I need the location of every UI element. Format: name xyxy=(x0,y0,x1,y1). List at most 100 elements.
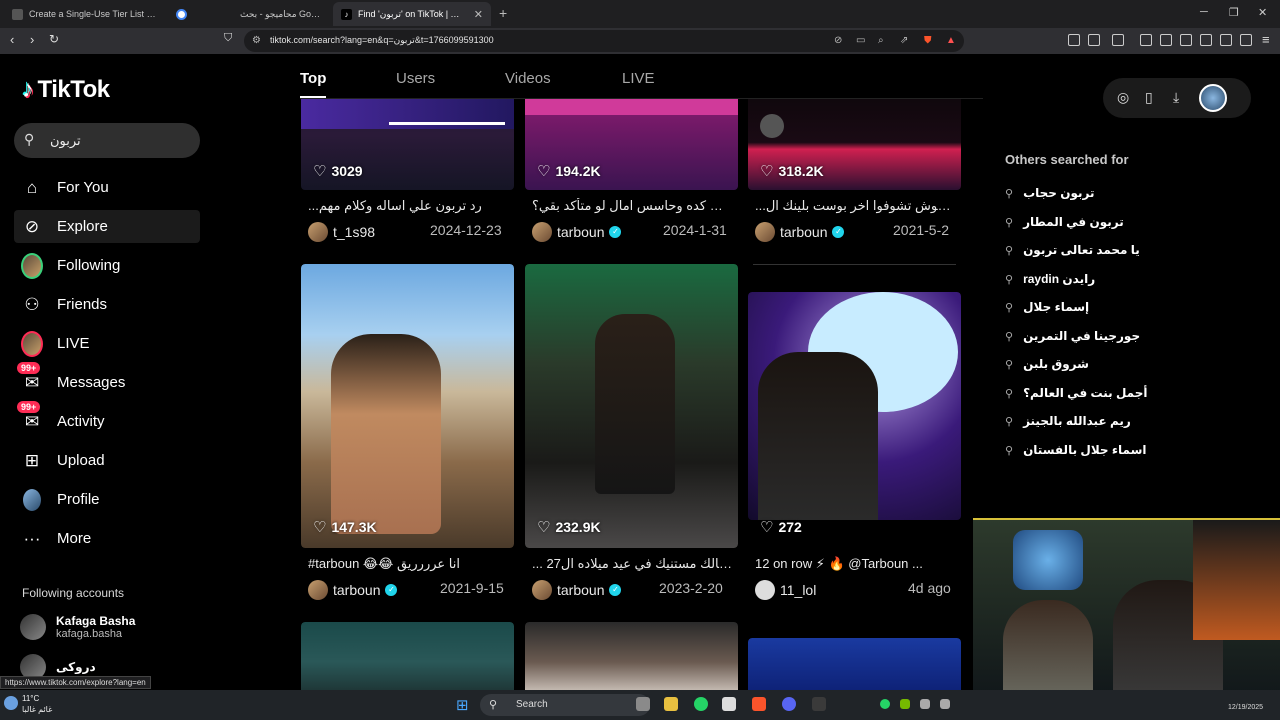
app-icon[interactable] xyxy=(722,697,736,711)
cast-icon[interactable]: ▭ xyxy=(856,35,865,46)
sidebar-icon[interactable] xyxy=(1180,34,1192,46)
tab-videos[interactable]: Videos xyxy=(505,70,551,87)
sidebar-item-explore[interactable]: ⊘ Explore xyxy=(14,210,200,243)
brave-icon[interactable] xyxy=(752,697,766,711)
video-description[interactable]: 12 on row ⚡ 🔥 @Tarboun ... xyxy=(755,556,955,572)
video-description[interactable]: كده وحاسس امال لو متأكد بقي؟ 😂🥺 xyxy=(532,198,732,214)
video-card[interactable] xyxy=(301,622,514,690)
video-author[interactable]: tarboun ✓ xyxy=(755,222,845,242)
taskbar-date[interactable]: 12/19/2025 xyxy=(1228,704,1263,711)
restore-icon[interactable]: ❐ xyxy=(1229,6,1239,19)
brave-shields-icon[interactable]: ⛊ xyxy=(924,35,932,46)
video-card[interactable] xyxy=(748,638,961,690)
suggestion-item[interactable]: ⚲ ريم عبدالله بالجينز xyxy=(1005,414,1131,428)
reload-icon[interactable]: ↻ xyxy=(49,32,59,46)
browser-tab-active[interactable]: ♪ Find 'تربون' on TikTok | TikTok ✕ xyxy=(333,2,491,26)
zoom-icon[interactable]: ⌕ xyxy=(878,35,884,46)
video-card[interactable] xyxy=(525,622,738,690)
search-input[interactable]: ⚲ تربون xyxy=(14,123,200,158)
video-thumbnail[interactable] xyxy=(301,622,514,690)
task-view-icon[interactable] xyxy=(636,697,650,711)
video-card[interactable]: ♡ 232.9K xyxy=(525,264,738,548)
forward-icon[interactable]: › xyxy=(30,32,34,47)
sidebar-item-upload[interactable]: ⊞ Upload xyxy=(14,444,200,477)
tray-whatsapp-icon[interactable] xyxy=(880,699,890,709)
video-author[interactable]: tarboun ✓ xyxy=(532,222,622,242)
suggestion-item[interactable]: ⚲ تربون في المطار xyxy=(1005,215,1124,229)
tab-live[interactable]: LIVE xyxy=(622,70,655,87)
suggestion-item[interactable]: ⚲ جورجينا في التمرين xyxy=(1005,329,1140,343)
extension-icon[interactable] xyxy=(1112,34,1124,46)
tab-users[interactable]: Users xyxy=(396,70,435,87)
site-info-icon[interactable]: ⚙ xyxy=(252,35,261,46)
sidebar-item-profile[interactable]: Profile xyxy=(14,483,200,516)
tab-top[interactable]: Top xyxy=(300,70,326,87)
video-author[interactable]: t_1s98 xyxy=(308,222,375,242)
sidebar-item-activity[interactable]: ✉ 99+ Activity xyxy=(14,400,200,438)
coin-icon[interactable]: ◎ xyxy=(1117,89,1129,106)
video-author[interactable]: tarboun ✓ xyxy=(532,580,622,600)
following-account[interactable]: Kafaga Basha kafaga.basha xyxy=(20,614,135,640)
extension-icon[interactable] xyxy=(1088,34,1100,46)
video-description[interactable]: ... السالك مستنيك في عيد ميلاده ال27😭 xyxy=(532,556,732,572)
tiktok-logo[interactable]: ♪ TikTok xyxy=(22,76,110,104)
browser-tab[interactable]: Create a Single-Use Tier List (Private xyxy=(4,2,164,26)
discord-icon[interactable] xyxy=(782,697,796,711)
phone-icon[interactable]: ▯ xyxy=(1145,89,1153,106)
suggestion-item[interactable]: ⚲ يا محمد تعالى تربون xyxy=(1005,243,1140,257)
close-tab-icon[interactable]: ✕ xyxy=(474,8,483,21)
video-thumbnail[interactable] xyxy=(301,264,514,548)
profile-avatar[interactable] xyxy=(1199,84,1227,112)
download-icon[interactable]: ⤓ xyxy=(1173,89,1179,106)
tray-icon[interactable] xyxy=(940,699,950,709)
leo-icon[interactable] xyxy=(1220,34,1232,46)
video-card[interactable]: ♡ 272 xyxy=(748,292,961,548)
start-icon[interactable]: ⊞ xyxy=(456,696,469,714)
sidebar-item-live[interactable]: LIVE xyxy=(14,327,200,360)
back-icon[interactable]: ‹ xyxy=(10,32,14,47)
video-thumbnail[interactable] xyxy=(525,622,738,690)
weather-widget[interactable]: 11°C غائم غالبا xyxy=(22,693,52,715)
video-thumbnail[interactable] xyxy=(748,638,961,690)
sidebar-item-more[interactable]: ··· More xyxy=(14,522,200,555)
sidebar-item-following[interactable]: Following xyxy=(14,249,200,282)
video-description[interactable]: #tarboun 😂😂 انا عرررريق xyxy=(308,556,508,572)
browser-tab[interactable]: محاميجو - بحث Google xyxy=(232,2,332,26)
minimize-icon[interactable]: ─ xyxy=(1200,6,1208,18)
close-window-icon[interactable]: ✕ xyxy=(1258,6,1267,19)
video-card[interactable]: ♡ 147.3K xyxy=(301,264,514,548)
sidebar-item-for-you[interactable]: ⌂ For You xyxy=(14,171,200,204)
whatsapp-icon[interactable] xyxy=(694,697,708,711)
extension-icon[interactable] xyxy=(1068,34,1080,46)
wallet-icon[interactable] xyxy=(1200,34,1212,46)
translate-icon[interactable]: ⊘ xyxy=(834,35,842,46)
sidebar-item-friends[interactable]: ⚇ Friends xyxy=(14,288,200,321)
video-thumbnail[interactable] xyxy=(525,264,738,548)
bookmark-icon[interactable]: ⛉ xyxy=(224,32,232,45)
sidebar-item-messages[interactable]: ✉ 99+ Messages xyxy=(14,361,200,399)
brave-rewards-icon[interactable]: ▲ xyxy=(946,35,956,46)
media-icon[interactable] xyxy=(1160,34,1172,46)
video-description[interactable]: ...رد تربون علي اساله وكلام مهم xyxy=(308,198,508,214)
tray-icon[interactable] xyxy=(920,699,930,709)
suggestion-item[interactable]: ⚲ شروق بلبن xyxy=(1005,357,1089,371)
vpn-icon[interactable] xyxy=(1240,34,1252,46)
file-explorer-icon[interactable] xyxy=(664,697,678,711)
address-bar[interactable]: ⚙ tiktok.com/search?lang=en&q=تربون&t=17… xyxy=(244,30,964,52)
downloads-icon[interactable] xyxy=(1140,34,1152,46)
suggestion-item[interactable]: ⚲ تربون حجاب xyxy=(1005,186,1095,200)
suggestion-item[interactable]: ⚲ raydin رايدن xyxy=(1005,272,1095,286)
taskbar-search[interactable]: ⚲ Search xyxy=(480,694,650,716)
suggestion-item[interactable]: ⚲ أجمل بنت في العالم؟ xyxy=(1005,386,1147,400)
new-tab-icon[interactable]: + xyxy=(499,5,507,21)
tray-nvidia-icon[interactable] xyxy=(900,699,910,709)
video-thumbnail[interactable] xyxy=(748,292,961,520)
browser-tab[interactable] xyxy=(168,2,226,26)
suggestion-item[interactable]: ⚲ اسماء جلال بالفستان xyxy=(1005,443,1147,457)
share-icon[interactable]: ⇗ xyxy=(900,35,908,46)
suggestion-item[interactable]: ⚲ إسماء جلال xyxy=(1005,300,1089,314)
app-icon[interactable] xyxy=(812,697,826,711)
video-author[interactable]: 11_lol xyxy=(755,580,816,600)
menu-icon[interactable]: ≡ xyxy=(1262,32,1270,47)
video-description[interactable]: ...بكم،متنسوش تشوفوا اخر بوست بلينك ال xyxy=(755,198,955,214)
